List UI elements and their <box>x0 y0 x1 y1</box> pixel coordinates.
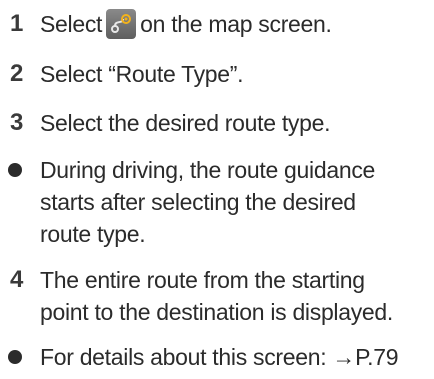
note-1: During driving, the route guidance start… <box>0 154 430 250</box>
step-number: 1 <box>10 10 24 37</box>
step-4: 4 The entire route from the starting poi… <box>0 264 430 328</box>
step-number: 3 <box>10 109 24 136</box>
step-2: 2 Select “Route Type”. <box>0 58 430 90</box>
bullet-icon <box>0 154 40 186</box>
step-text: Select “Route Type”. <box>40 61 244 87</box>
step-line: The entire route from the starting <box>40 267 365 293</box>
step-1: 1 Select on the map screen. <box>0 8 430 40</box>
note-line: starts after selecting the desired <box>40 189 356 215</box>
step-text: The entire route from the starting point… <box>40 264 430 328</box>
step-number: 4 <box>10 266 24 293</box>
note-text: During driving, the route guidance start… <box>40 154 430 250</box>
note-line: During driving, the route guidance <box>40 157 376 183</box>
step-3: 3 Select the desired route type. <box>0 107 430 139</box>
step-text-before: Select <box>40 11 103 37</box>
step-text: Select the desired route type. <box>40 110 331 136</box>
step-line: point to the destination is displayed. <box>40 299 394 325</box>
route-menu-icon <box>106 9 137 39</box>
bullet-icon <box>0 341 40 373</box>
note-line: route type. <box>40 221 146 247</box>
step-number: 2 <box>10 60 24 87</box>
note-text: For details about this screen: →P.79 <box>40 344 399 370</box>
note-2: For details about this screen: →P.79 <box>0 341 430 373</box>
step-text: Select on the map screen. <box>40 8 430 40</box>
step-text-after: on the map screen. <box>140 11 332 37</box>
